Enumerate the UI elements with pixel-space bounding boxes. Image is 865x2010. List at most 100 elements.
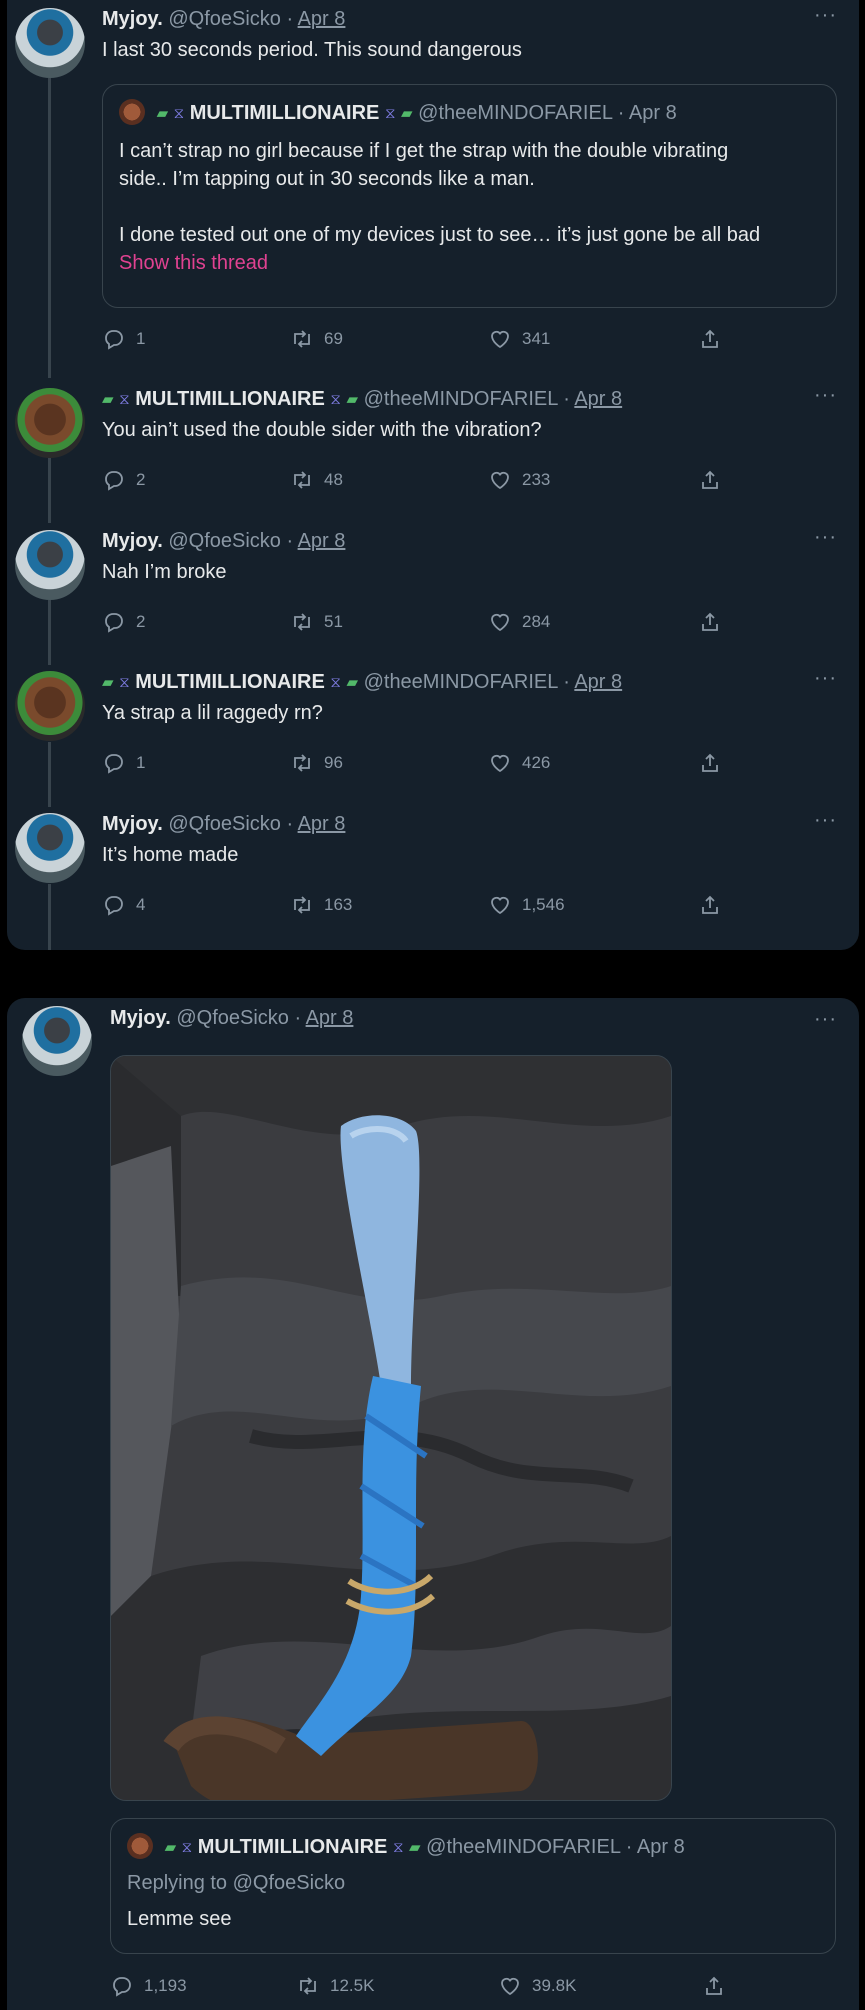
tweet[interactable]: Myjoy. @QfoeSicko · Apr 8 ··· I last 30 … xyxy=(7,0,859,370)
retweet-button[interactable]: 48 xyxy=(290,468,343,492)
main-tweet-card[interactable]: Myjoy. @QfoeSicko · Apr 8 ··· ▰ ⧖ MULTIM… xyxy=(7,998,859,2010)
more-horizontal-icon[interactable]: ··· xyxy=(814,667,837,690)
retweet-icon xyxy=(294,613,310,631)
retweet-count: 51 xyxy=(324,612,343,631)
like-button[interactable]: 233 xyxy=(488,468,550,492)
timestamp: Apr 8 xyxy=(628,102,677,124)
like-count: 341 xyxy=(522,329,551,348)
avatar[interactable] xyxy=(15,813,85,883)
tweet-header: Myjoy. @QfoeSicko · Apr 8 xyxy=(102,6,845,32)
avatar[interactable] xyxy=(15,388,85,458)
more-horizontal-icon[interactable]: ··· xyxy=(814,526,837,549)
share-button[interactable] xyxy=(698,751,722,775)
reply-icon xyxy=(105,613,123,633)
like-button[interactable]: 284 xyxy=(488,610,550,634)
reply-button[interactable]: 1 xyxy=(102,327,145,351)
more-horizontal-icon[interactable]: ··· xyxy=(814,1008,837,1031)
share-button[interactable] xyxy=(698,327,722,351)
tweet-text: You ain’t used the double sider with the… xyxy=(102,419,542,441)
retweet-button[interactable]: 163 xyxy=(290,893,352,917)
reply-icon xyxy=(105,754,123,774)
like-button[interactable]: 1,546 xyxy=(488,893,565,917)
display-name[interactable]: Myjoy. xyxy=(102,8,163,30)
retweet-button[interactable]: 69 xyxy=(290,327,343,351)
avatar[interactable] xyxy=(15,8,85,78)
display-name[interactable]: MULTIMILLIONAIRE xyxy=(135,671,325,693)
tweet[interactable]: ▰ ⧖ MULTIMILLIONAIRE ⧖ ▰ @theeMINDOFARIE… xyxy=(7,663,859,803)
show-thread-link[interactable]: Show this thread xyxy=(119,249,268,277)
handle[interactable]: @theeMINDOFARIEL xyxy=(364,671,558,693)
avatar[interactable] xyxy=(15,671,85,741)
tweet-photo[interactable] xyxy=(110,1055,672,1801)
tweet[interactable]: ▰ ⧖ MULTIMILLIONAIRE ⧖ ▰ @theeMINDOFARIE… xyxy=(7,380,859,520)
reply-count: 1 xyxy=(136,753,146,772)
retweet-button[interactable]: 96 xyxy=(290,751,343,775)
reply-icon xyxy=(113,1977,131,1997)
tweet[interactable]: Myjoy. @QfoeSicko · Apr 8 ··· Nah I’m br… xyxy=(7,522,859,662)
reply-button[interactable]: 2 xyxy=(102,468,145,492)
separator: · xyxy=(294,1007,302,1029)
tweet[interactable]: Myjoy. @QfoeSicko · Apr 8 ··· It’s home … xyxy=(7,805,859,945)
dna-emoji-icon: ⧖ xyxy=(181,1839,193,1856)
quoted-tweet-text: Lemme see xyxy=(127,1908,232,1930)
reply-button[interactable]: 2 xyxy=(102,610,145,634)
retweet-count: 96 xyxy=(324,753,343,772)
tweet-header: ▰ ⧖ MULTIMILLIONAIRE ⧖ ▰ @theeMINDOFARIE… xyxy=(102,669,845,696)
timestamp[interactable]: Apr 8 xyxy=(306,1007,354,1029)
reply-count: 2 xyxy=(136,612,146,631)
share-button[interactable] xyxy=(698,893,722,917)
retweet-button[interactable]: 12.5K xyxy=(296,1974,374,1998)
timestamp[interactable]: Apr 8 xyxy=(298,813,346,835)
display-name[interactable]: Myjoy. xyxy=(102,813,163,835)
like-button[interactable]: 341 xyxy=(488,327,550,351)
timestamp[interactable]: Apr 8 xyxy=(298,8,346,30)
reply-button[interactable]: 1 xyxy=(102,751,145,775)
pill-emoji-icon: ▰ xyxy=(346,674,359,691)
handle[interactable]: @QfoeSicko xyxy=(168,530,281,552)
display-name[interactable]: Myjoy. xyxy=(102,530,163,552)
retweet-button[interactable]: 51 xyxy=(290,610,343,634)
action-bar: 2 48 233 xyxy=(102,468,742,496)
separator: · xyxy=(286,813,294,835)
handle[interactable]: @QfoeSicko xyxy=(168,8,281,30)
reply-button[interactable]: 1,193 xyxy=(110,1974,187,1998)
quoted-tweet-text: I done tested out one of my devices just… xyxy=(119,224,761,246)
display-name: MULTIMILLIONAIRE xyxy=(197,1836,388,1858)
retweet-count: 12.5K xyxy=(330,1976,375,1995)
quoted-tweet-text: side.. I’m tapping out in 30 seconds lik… xyxy=(119,168,535,190)
dna-emoji-icon: ⧖ xyxy=(119,391,130,408)
more-horizontal-icon[interactable]: ··· xyxy=(814,809,837,832)
handle[interactable]: @theeMINDOFARIEL xyxy=(364,388,558,410)
timestamp[interactable]: Apr 8 xyxy=(298,530,346,552)
reply-button[interactable]: 4 xyxy=(102,893,145,917)
reply-icon xyxy=(105,896,123,916)
more-horizontal-icon[interactable]: ··· xyxy=(814,384,837,407)
action-bar: 4 163 1,546 xyxy=(102,893,742,921)
handle[interactable]: @QfoeSicko xyxy=(176,1007,289,1029)
heart-icon xyxy=(491,330,509,349)
share-button[interactable] xyxy=(698,610,722,634)
quoted-tweet[interactable]: ▰ ⧖ MULTIMILLIONAIRE ⧖ ▰ @theeMINDOFARIE… xyxy=(102,84,837,308)
avatar[interactable] xyxy=(15,530,85,600)
handle[interactable]: @QfoeSicko xyxy=(168,813,281,835)
dna-emoji-icon: ⧖ xyxy=(330,391,341,408)
more-horizontal-icon[interactable]: ··· xyxy=(814,4,837,27)
pill-emoji-icon: ▰ xyxy=(102,391,114,408)
tweet-header: Myjoy. @QfoeSicko · Apr 8 xyxy=(110,1005,845,1031)
retweet-icon xyxy=(294,754,310,772)
share-button[interactable] xyxy=(702,1974,726,1998)
action-bar: 1 69 341 xyxy=(102,327,742,355)
timestamp[interactable]: Apr 8 xyxy=(574,671,622,693)
quoted-tweet-text: I can’t strap no girl because if I get t… xyxy=(119,140,729,162)
like-button[interactable]: 426 xyxy=(488,751,550,775)
like-button[interactable]: 39.8K xyxy=(498,1974,576,1998)
retweet-count: 48 xyxy=(324,470,343,489)
quoted-tweet[interactable]: ▰ ⧖ MULTIMILLIONAIRE ⧖ ▰ @theeMINDOFARIE… xyxy=(110,1818,836,1954)
share-button[interactable] xyxy=(698,468,722,492)
display-name[interactable]: MULTIMILLIONAIRE xyxy=(135,388,325,410)
retweet-icon xyxy=(300,1977,316,1995)
display-name[interactable]: Myjoy. xyxy=(110,1007,171,1029)
pill-emoji-icon: ▰ xyxy=(102,674,114,691)
avatar[interactable] xyxy=(22,1006,92,1076)
timestamp[interactable]: Apr 8 xyxy=(574,388,622,410)
